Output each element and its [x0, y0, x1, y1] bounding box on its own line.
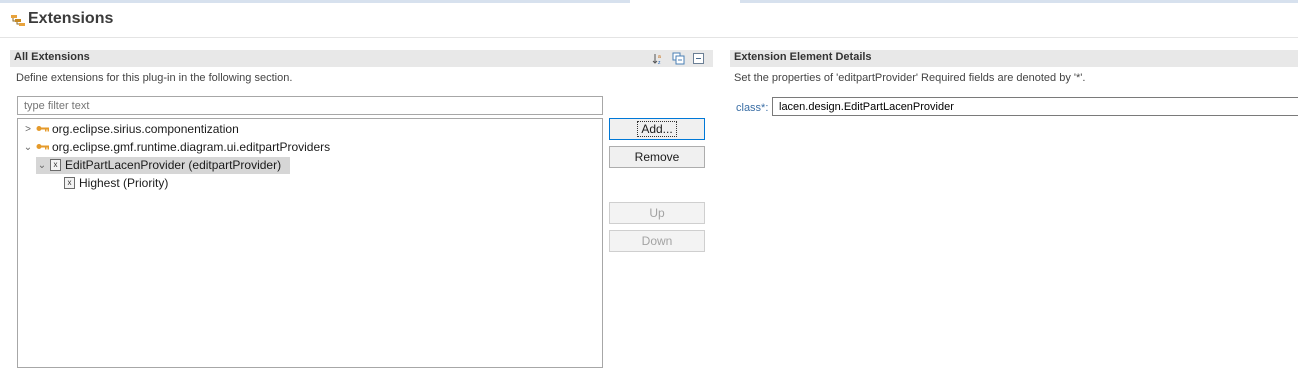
svg-text:z: z	[658, 60, 661, 65]
all-extensions-description: Define extensions for this plug-in in th…	[16, 72, 293, 84]
chevron-right-icon[interactable]: >	[22, 121, 34, 138]
sort-icon[interactable]: a z	[652, 52, 665, 65]
plug-in-icon	[36, 144, 49, 150]
page-title: Extensions	[28, 10, 114, 27]
class-field-label[interactable]: class*:	[736, 102, 768, 114]
chevron-down-icon[interactable]: ⌄	[36, 157, 48, 174]
tree-item-sirius-componentization[interactable]: > org.eclipse.sirius.componentization	[22, 121, 239, 138]
tree-item-label: org.eclipse.gmf.runtime.diagram.ui.editp…	[52, 140, 331, 154]
all-extensions-title: All Extensions	[14, 51, 90, 63]
plug-in-icon	[36, 126, 49, 132]
tree-item-label: EditPartLacenProvider (editpartProvider)	[65, 158, 282, 172]
chevron-down-icon[interactable]: ⌄	[22, 139, 34, 156]
page-header: Extensions	[0, 0, 1298, 38]
up-button[interactable]: Up	[609, 202, 705, 224]
tree-item-highest-priority[interactable]: x Highest (Priority)	[62, 175, 168, 192]
details-title: Extension Element Details	[734, 51, 872, 63]
tree-item-editpart-lacen-provider[interactable]: ⌄ x EditPartLacenProvider (editpartProvide…	[36, 157, 290, 174]
details-header: Extension Element Details	[730, 50, 1298, 67]
element-icon: x	[50, 158, 61, 171]
down-button[interactable]: Down	[609, 230, 705, 252]
tree-item-editpart-providers[interactable]: ⌄ org.eclipse.gmf.runtime.diagram.ui.edit…	[22, 139, 330, 156]
tree-item-label: Highest (Priority)	[79, 176, 169, 190]
details-description: Set the properties of 'editpartProvider'…	[734, 72, 1086, 84]
element-icon: x	[64, 176, 75, 189]
remove-button[interactable]: Remove	[609, 146, 705, 168]
filter-input[interactable]	[17, 96, 603, 115]
tree-item-label: org.eclipse.sirius.componentization	[52, 122, 239, 136]
class-field[interactable]	[772, 97, 1298, 116]
collapse-all-icon[interactable]	[672, 52, 685, 65]
extensions-icon	[11, 15, 25, 26]
all-extensions-header: All Extensions a z	[10, 50, 713, 67]
extensions-tree[interactable]: > org.eclipse.sirius.componentization ⌄ or…	[17, 118, 603, 368]
add-button[interactable]: Add...	[609, 118, 705, 140]
minimize-icon[interactable]	[692, 52, 705, 65]
